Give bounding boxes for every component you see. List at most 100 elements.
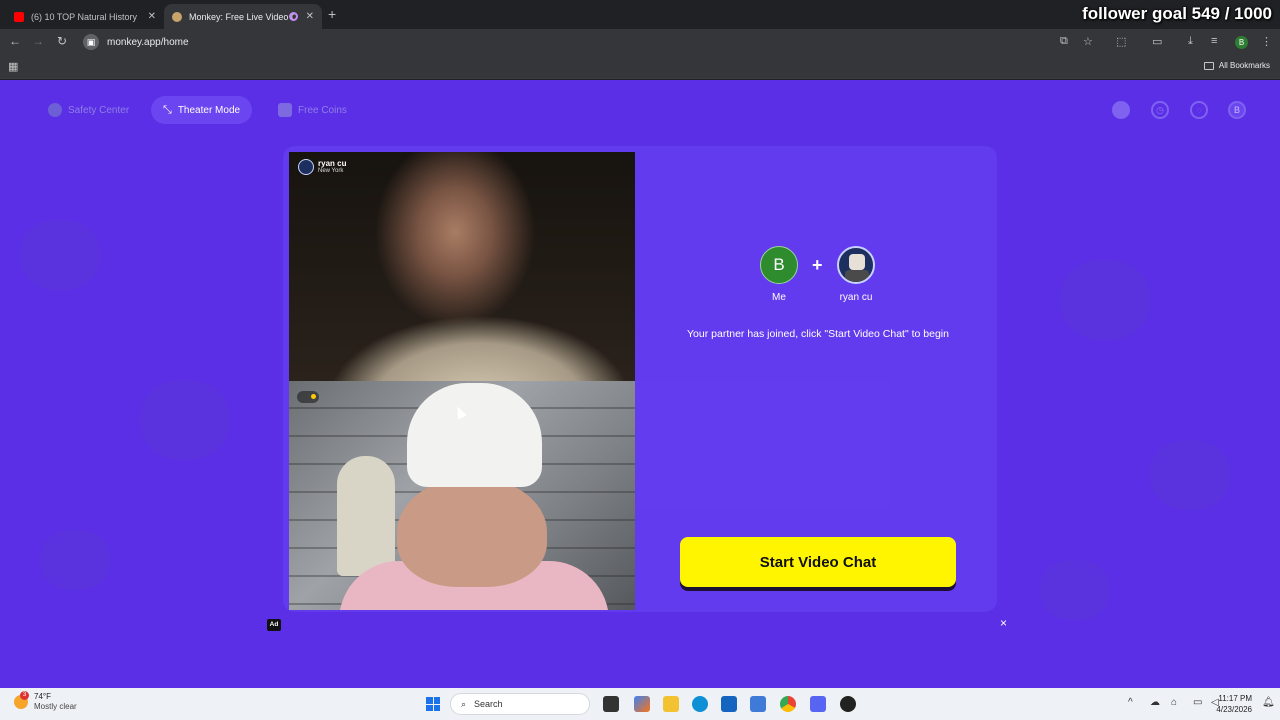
partner-tag: ryan cu New York [298, 159, 346, 175]
avatar-head [849, 254, 865, 270]
partner-name: ryan cu [318, 159, 347, 168]
discord-icon[interactable] [810, 696, 826, 712]
match-avatars: B + Me ryan cu [760, 246, 878, 306]
chrome-icon[interactable] [780, 696, 796, 712]
expand-icon: ⤡ [163, 103, 172, 116]
reading-list-icon[interactable]: ≡ [1211, 35, 1217, 47]
browser-tab-youtube[interactable]: (6) 10 TOP Natural History Mo ✕ [6, 4, 164, 29]
address-bar[interactable]: ▣ monkey.app/home [80, 32, 1100, 52]
free-coins-button[interactable]: Free Coins [266, 96, 359, 124]
weather-widget[interactable]: 3 74°F Mostly clear [14, 691, 77, 712]
me-label: Me [772, 292, 786, 303]
notification-badge: 3 [20, 691, 29, 700]
theater-mode-button[interactable]: ⤡ Theater Mode [151, 96, 253, 124]
camera-indicator-icon [297, 391, 319, 403]
stream-follower-goal: follower goal 549 / 1000 [1082, 4, 1272, 23]
browser-tab-bar: (6) 10 TOP Natural History Mo ✕ Monkey: … [0, 0, 1280, 29]
close-ad-icon[interactable]: × [1000, 616, 1007, 630]
background-shape [1150, 440, 1230, 510]
clock[interactable]: 11:17 PM 4/23/2026 [1216, 693, 1252, 715]
background-shape [40, 530, 110, 590]
show-hidden-icons-icon[interactable]: ^ [1128, 697, 1133, 708]
browser-toolbar: ← → ↻ ▣ monkey.app/home ⧉ ☆ ⬚ ▭ ⤓ ≡ B ⋮ [0, 29, 1280, 55]
bookmark-star-icon[interactable]: ☆ [1083, 35, 1093, 48]
file-explorer-icon[interactable] [663, 696, 679, 712]
new-tab-button[interactable]: + [328, 6, 336, 22]
monkey-favicon-icon [172, 11, 182, 22]
coins-icon [278, 103, 292, 117]
network-icon[interactable]: ⌂ [1171, 697, 1177, 708]
history-icon[interactable]: ◷ [1151, 101, 1169, 119]
profile-avatar[interactable]: B [1228, 101, 1246, 119]
youtube-icon [14, 11, 24, 22]
tab-search-icon[interactable]: ▭ [1152, 35, 1162, 48]
top-navigation: Safety Center ⤡ Theater Mode Free Coins … [0, 94, 1280, 126]
install-app-icon[interactable]: ⧉ [1060, 35, 1068, 48]
close-tab-icon[interactable]: ✕ [148, 11, 156, 22]
edge-icon[interactable] [692, 696, 708, 712]
browser-tab-monkey[interactable]: Monkey: Free Live Video Ch ✕ [164, 4, 322, 29]
partner-avatar-small [298, 159, 314, 175]
taskbar-search[interactable]: ⌕ Search [450, 693, 590, 715]
apps-grid-icon[interactable]: ▦ [8, 60, 18, 73]
browser-profile-avatar[interactable]: B [1235, 36, 1248, 49]
safety-center-label: Safety Center [68, 104, 130, 116]
bookmarks-bar: ▦ All Bookmarks [0, 55, 1280, 79]
reload-button[interactable]: ↻ [54, 34, 70, 48]
background-shape [1040, 560, 1110, 620]
kebab-menu-icon[interactable]: ⋮ [1261, 35, 1272, 48]
self-face [397, 477, 547, 587]
all-bookmarks-label: All Bookmarks [1218, 61, 1270, 70]
notifications-icon[interactable]: 🔔︎ [1262, 697, 1275, 708]
tab-title: Monkey: Free Live Video Ch [189, 11, 297, 22]
forward-button[interactable]: → [30, 34, 46, 48]
copilot-icon[interactable] [634, 696, 650, 712]
monkey-page: Safety Center ⤡ Theater Mode Free Coins … [0, 80, 1280, 688]
windows-start-icon[interactable] [426, 697, 440, 711]
status-message: Your partner has joined, click "Start Vi… [687, 328, 949, 340]
store-icon[interactable] [721, 696, 737, 712]
time: 11:17 PM [1218, 694, 1252, 703]
background-shape [20, 220, 100, 290]
close-tab-icon[interactable]: ✕ [306, 11, 314, 22]
start-video-chat-button[interactable]: Start Video Chat [680, 537, 956, 587]
extensions-icon[interactable]: ⬚ [1116, 35, 1126, 48]
site-info-icon[interactable]: ▣ [83, 34, 99, 50]
url-text: monkey.app/home [107, 36, 189, 48]
app-icon[interactable] [750, 696, 766, 712]
background-person [337, 456, 395, 576]
user-avatar-icon[interactable] [1112, 101, 1130, 119]
os-taskbar: 3 74°F Mostly clear ⌕ Search ^ ☁ ⌂ ▭ ◁ 1… [0, 688, 1280, 720]
safety-center-button[interactable]: Safety Center [36, 96, 141, 124]
task-view-icon[interactable] [603, 696, 619, 712]
avatar-body [845, 270, 869, 282]
plus-icon: + [812, 255, 823, 275]
chat-icon[interactable]: ◌ [1190, 101, 1208, 119]
partner-label: ryan cu [839, 292, 873, 303]
theater-mode-label: Theater Mode [177, 104, 241, 116]
all-bookmarks-button[interactable]: All Bookmarks [1203, 61, 1270, 70]
ad-badge: Ad [267, 619, 281, 631]
folder-icon [1203, 61, 1214, 70]
background-shape [140, 380, 230, 460]
temperature: 74°F [34, 692, 51, 701]
self-cap [407, 383, 542, 487]
recording-indicator-icon [289, 12, 298, 21]
shield-icon [48, 103, 62, 117]
display-icon[interactable]: ▭ [1193, 697, 1202, 708]
partner-video: ryan cu New York [289, 152, 635, 381]
back-button[interactable]: ← [7, 34, 23, 48]
search-placeholder: Search [474, 699, 503, 709]
cloud-icon[interactable]: ☁ [1150, 697, 1160, 708]
downloads-icon[interactable]: ⤓ [1188, 35, 1193, 48]
weather-icon: 3 [14, 691, 29, 709]
free-coins-label: Free Coins [298, 104, 347, 116]
me-avatar: B [760, 246, 798, 284]
partner-location: New York [318, 168, 344, 174]
tab-title: (6) 10 TOP Natural History Mo [31, 11, 139, 22]
date: 4/23/2026 [1216, 705, 1252, 714]
background-shape [1060, 260, 1150, 340]
partner-avatar [837, 246, 875, 284]
search-icon: ⌕ [461, 698, 467, 709]
obs-icon[interactable] [840, 696, 856, 712]
